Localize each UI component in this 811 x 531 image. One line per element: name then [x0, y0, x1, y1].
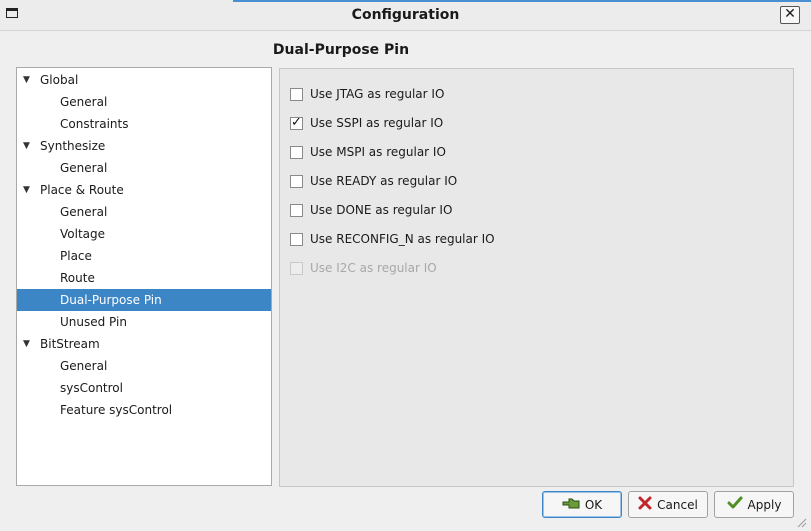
tree-item-label: Global — [40, 73, 79, 87]
option-checkbox-row[interactable]: Use DONE as regular IO — [290, 202, 452, 218]
tree-item-label: Route — [60, 271, 95, 285]
tree-item-label: Constraints — [60, 117, 129, 131]
checkbox[interactable] — [290, 203, 303, 217]
page-heading: Dual-Purpose Pin — [272, 42, 410, 58]
ok-button-label: OK — [584, 497, 603, 512]
tree-item[interactable]: Dual-Purpose Pin — [17, 289, 271, 311]
tree-item-label: BitStream — [40, 337, 100, 351]
checkbox[interactable]: ✓ — [290, 114, 303, 130]
apply-button[interactable]: Apply — [714, 491, 794, 518]
option-checkbox-row[interactable]: Use MSPI as regular IO — [290, 144, 446, 160]
tree-item-label: Feature sysControl — [60, 403, 173, 417]
cancel-button-label: Cancel — [657, 497, 698, 512]
expand-arrow-icon[interactable]: ▼ — [23, 69, 30, 91]
tree-item-label: Place — [60, 249, 92, 263]
tree-item-label: General — [60, 95, 108, 109]
cancel-button[interactable]: Cancel — [628, 491, 708, 518]
tree-item[interactable]: General — [17, 201, 271, 223]
option-label: Use SSPI as regular IO — [310, 116, 444, 130]
tree-item[interactable]: ▼ Place & Route — [17, 179, 271, 201]
tree-item[interactable]: Route — [17, 267, 271, 289]
tree-item[interactable]: General — [17, 157, 271, 179]
expand-arrow-icon[interactable]: ▼ — [23, 333, 30, 355]
option-label: Use RECONFIG_N as regular IO — [310, 232, 495, 246]
title-bar: Configuration ✕ — [0, 0, 811, 31]
ok-button[interactable]: OK — [542, 491, 622, 518]
ok-hand-icon — [562, 496, 580, 513]
tree-item-label: sysControl — [60, 381, 123, 395]
checkbox[interactable] — [290, 87, 303, 101]
green-check-icon — [727, 496, 743, 513]
tree-item-label: General — [60, 359, 108, 373]
expand-arrow-icon[interactable]: ▼ — [23, 179, 30, 201]
tree-item[interactable]: ▼ BitStream — [17, 333, 271, 355]
tree-item-label: Place & Route — [40, 183, 124, 197]
title-accent-line — [233, 0, 811, 2]
tree-item[interactable]: General — [17, 355, 271, 377]
window-title: Configuration — [351, 7, 460, 23]
tree-item[interactable]: Unused Pin — [17, 311, 271, 333]
checkmark-icon: ✓ — [291, 114, 302, 130]
option-label: Use JTAG as regular IO — [310, 87, 445, 101]
checkbox[interactable] — [290, 174, 303, 188]
option-label: Use DONE as regular IO — [310, 203, 453, 217]
option-checkbox-row[interactable]: Use READY as regular IO — [290, 173, 457, 189]
expand-arrow-icon[interactable]: ▼ — [23, 135, 30, 157]
tree-item-label: Voltage — [60, 227, 106, 241]
checkbox — [290, 261, 303, 275]
apply-button-label: Apply — [747, 497, 782, 512]
category-tree: ▼ Global General Constraints ▼ Synthesize Gene… — [16, 67, 272, 486]
tree-item-label: General — [60, 205, 108, 219]
tree-item-label: Synthesize — [40, 139, 106, 153]
tree-item[interactable]: ▼ Synthesize — [17, 135, 271, 157]
option-checkbox-row[interactable]: Use JTAG as regular IO — [290, 86, 444, 102]
resize-grip[interactable] — [797, 517, 807, 528]
tree-item[interactable]: Voltage — [17, 223, 271, 245]
option-checkbox-row[interactable]: ✓ Use SSPI as regular IO — [290, 115, 443, 131]
tree-item-label: General — [60, 161, 108, 175]
tree-item[interactable]: sysControl — [17, 377, 271, 399]
tree-item-label: Dual-Purpose Pin — [60, 293, 162, 307]
options-panel: Use JTAG as regular IO ✓ Use SSPI as regul… — [279, 68, 794, 487]
option-label: Use I2C as regular IO — [310, 261, 437, 275]
tree-item[interactable]: ▼ Global — [17, 69, 271, 91]
tree-item[interactable]: Feature sysControl — [17, 399, 271, 421]
checkbox[interactable] — [290, 232, 303, 246]
tree-item-label: Unused Pin — [60, 315, 127, 329]
red-x-icon — [638, 496, 652, 513]
option-checkbox-row: Use I2C as regular IO — [290, 260, 437, 276]
option-checkbox-row[interactable]: Use RECONFIG_N as regular IO — [290, 231, 495, 247]
close-button[interactable]: ✕ — [780, 6, 800, 24]
tree-item[interactable]: Constraints — [17, 113, 271, 135]
tree-item[interactable]: General — [17, 91, 271, 113]
tree-item[interactable]: Place — [17, 245, 271, 267]
option-label: Use READY as regular IO — [310, 174, 458, 188]
option-label: Use MSPI as regular IO — [310, 145, 446, 159]
checkbox[interactable] — [290, 145, 303, 159]
